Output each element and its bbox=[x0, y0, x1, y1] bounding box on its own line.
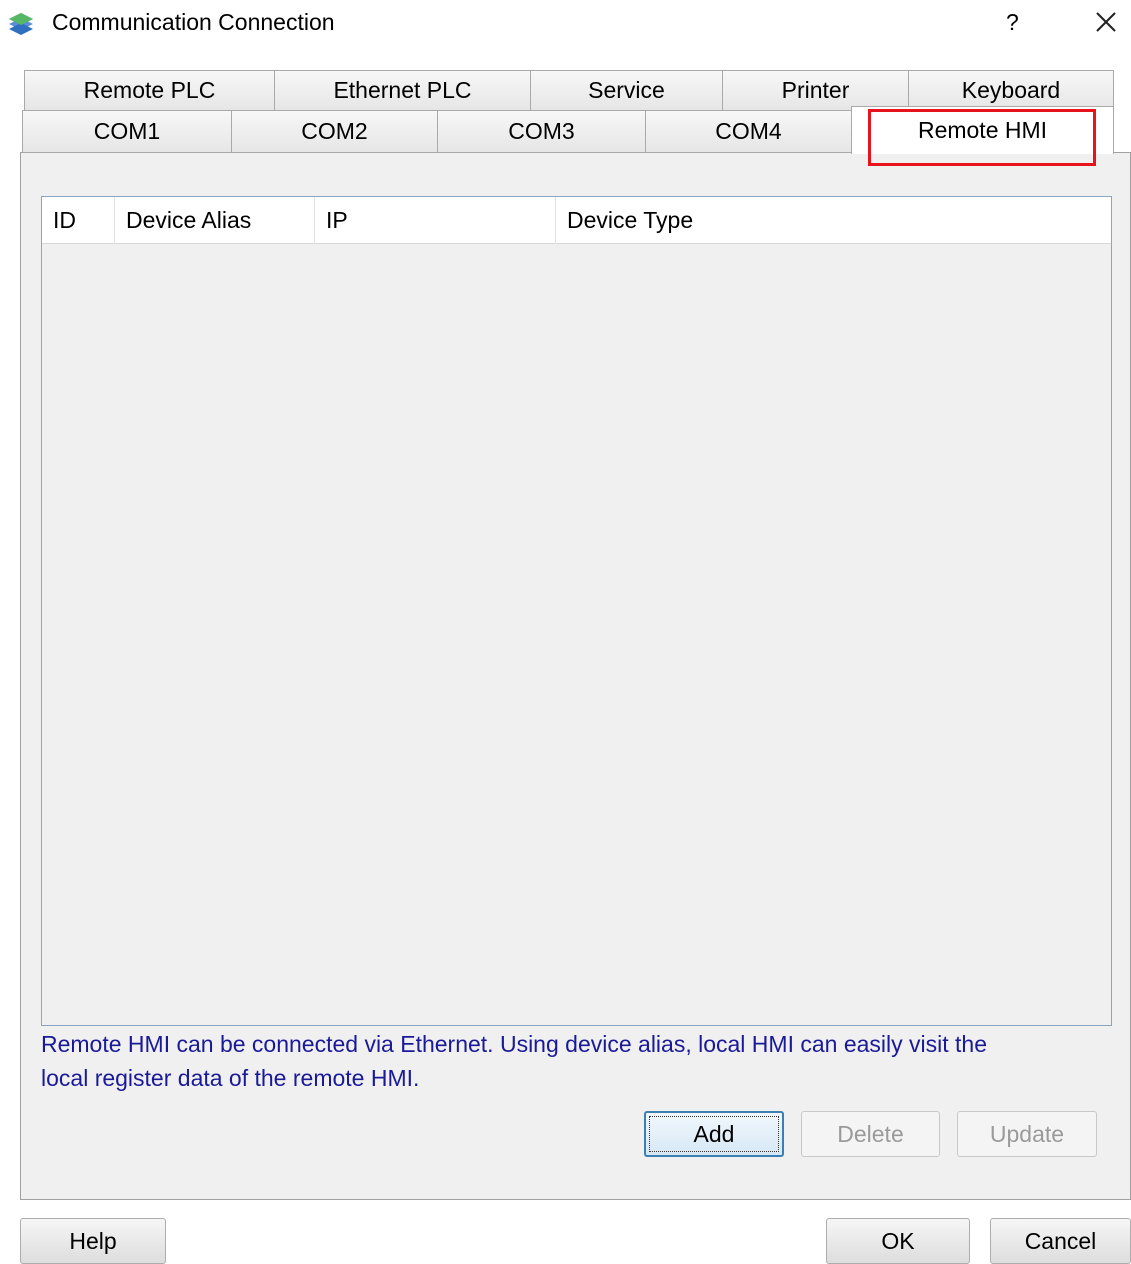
tab-com1[interactable]: COM1 bbox=[22, 110, 232, 153]
tab-com4[interactable]: COM4 bbox=[645, 110, 852, 153]
column-header-id[interactable]: ID bbox=[42, 197, 115, 244]
help-question-button[interactable]: ? bbox=[1006, 7, 1019, 37]
remote-hmi-description: Remote HMI can be connected via Ethernet… bbox=[41, 1027, 1121, 1095]
tab-remote-plc[interactable]: Remote PLC bbox=[24, 70, 275, 111]
delete-button[interactable]: Delete bbox=[801, 1111, 940, 1157]
window-title: Communication Connection bbox=[52, 9, 335, 35]
app-stacked-layers-icon bbox=[9, 13, 33, 35]
description-line-1: Remote HMI can be connected via Ethernet… bbox=[41, 1031, 987, 1057]
tab-ethernet-plc[interactable]: Ethernet PLC bbox=[274, 70, 531, 111]
add-button[interactable]: Add bbox=[644, 1111, 784, 1157]
tab-service[interactable]: Service bbox=[530, 70, 723, 111]
close-icon[interactable] bbox=[1093, 9, 1119, 35]
focus-outline bbox=[649, 1116, 779, 1152]
column-header-device-type[interactable]: Device Type bbox=[556, 197, 1111, 244]
remote-hmi-highlight-box bbox=[868, 109, 1096, 166]
update-button[interactable]: Update bbox=[957, 1111, 1097, 1157]
column-header-ip[interactable]: IP bbox=[315, 197, 556, 244]
remote-hmi-device-table[interactable] bbox=[41, 196, 1112, 1026]
tab-com2[interactable]: COM2 bbox=[231, 110, 438, 153]
tab-printer[interactable]: Printer bbox=[722, 70, 909, 111]
description-line-2: local register data of the remote HMI. bbox=[41, 1065, 420, 1091]
tab-keyboard[interactable]: Keyboard bbox=[908, 70, 1114, 111]
table-header: ID Device Alias IP Device Type bbox=[42, 197, 1111, 244]
cancel-button[interactable]: Cancel bbox=[990, 1218, 1131, 1264]
ok-button[interactable]: OK bbox=[826, 1218, 970, 1264]
tab-com3[interactable]: COM3 bbox=[437, 110, 646, 153]
help-button[interactable]: Help bbox=[20, 1218, 166, 1264]
column-header-device-alias[interactable]: Device Alias bbox=[115, 197, 315, 244]
